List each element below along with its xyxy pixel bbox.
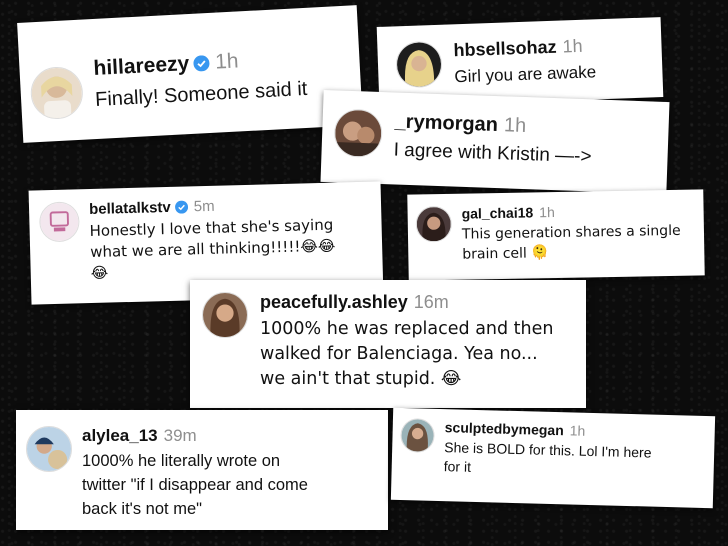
avatar[interactable] (333, 108, 384, 159)
avatar[interactable] (202, 292, 248, 338)
verified-badge-icon (193, 55, 210, 72)
username[interactable]: hbsellsohaz (453, 37, 557, 62)
avatar[interactable] (400, 418, 435, 453)
username[interactable]: sculptedbymegan (445, 419, 564, 438)
username[interactable]: hillareezy (93, 52, 190, 81)
timestamp[interactable]: 1h (215, 49, 240, 74)
timestamp[interactable]: 16m (414, 292, 449, 313)
timestamp[interactable]: 1h (504, 114, 527, 138)
verified-badge-icon (174, 200, 188, 214)
timestamp[interactable]: 1h (570, 422, 586, 438)
comment-card-peacefully-ashley: peacefully.ashley 16m 1000% he was repla… (190, 280, 586, 408)
comment-card-alylea-13: alylea_13 39m 1000% he literally wrote o… (16, 410, 388, 530)
username[interactable]: _rymorgan (394, 110, 498, 137)
comment-card-rymorgan: _rymorgan 1h I agree with Kristin —-> (320, 89, 670, 195)
comment-card-sculptedbymegan: sculptedbymegan 1h She is BOLD for this.… (390, 407, 716, 509)
username[interactable]: bellatalkstv (89, 199, 171, 218)
timestamp[interactable]: 5m (194, 198, 215, 216)
comment-text: This generation shares a single brain ce… (461, 222, 681, 263)
comment-card-gal-chai18: gal_chai18 1h This generation shares a s… (407, 189, 705, 281)
timestamp[interactable]: 1h (562, 36, 583, 58)
comment-text: Girl you are awake (454, 62, 597, 87)
avatar[interactable] (415, 205, 453, 243)
comment-text: Honestly I love that she's saying what w… (89, 215, 336, 283)
username[interactable]: gal_chai18 (461, 204, 533, 221)
comment-text: Finally! Someone said it (94, 77, 308, 111)
username[interactable]: peacefully.ashley (260, 292, 408, 313)
avatar[interactable] (26, 426, 72, 472)
comment-card-hillareezy: hillareezy 1h Finally! Someone said it (17, 5, 363, 143)
avatar[interactable] (395, 40, 443, 89)
timestamp[interactable]: 39m (164, 426, 197, 446)
comment-text: She is BOLD for this. Lol I'm here for i… (443, 439, 652, 475)
comment-text: 1000% he literally wrote on twitter "if … (82, 452, 308, 518)
username[interactable]: alylea_13 (82, 426, 158, 446)
avatar[interactable] (38, 201, 80, 243)
timestamp[interactable]: 1h (539, 204, 555, 220)
comment-text: I agree with Kristin —-> (393, 139, 592, 168)
comment-text: 1000% he was replaced and then walked fo… (260, 319, 554, 389)
avatar[interactable] (29, 65, 85, 121)
